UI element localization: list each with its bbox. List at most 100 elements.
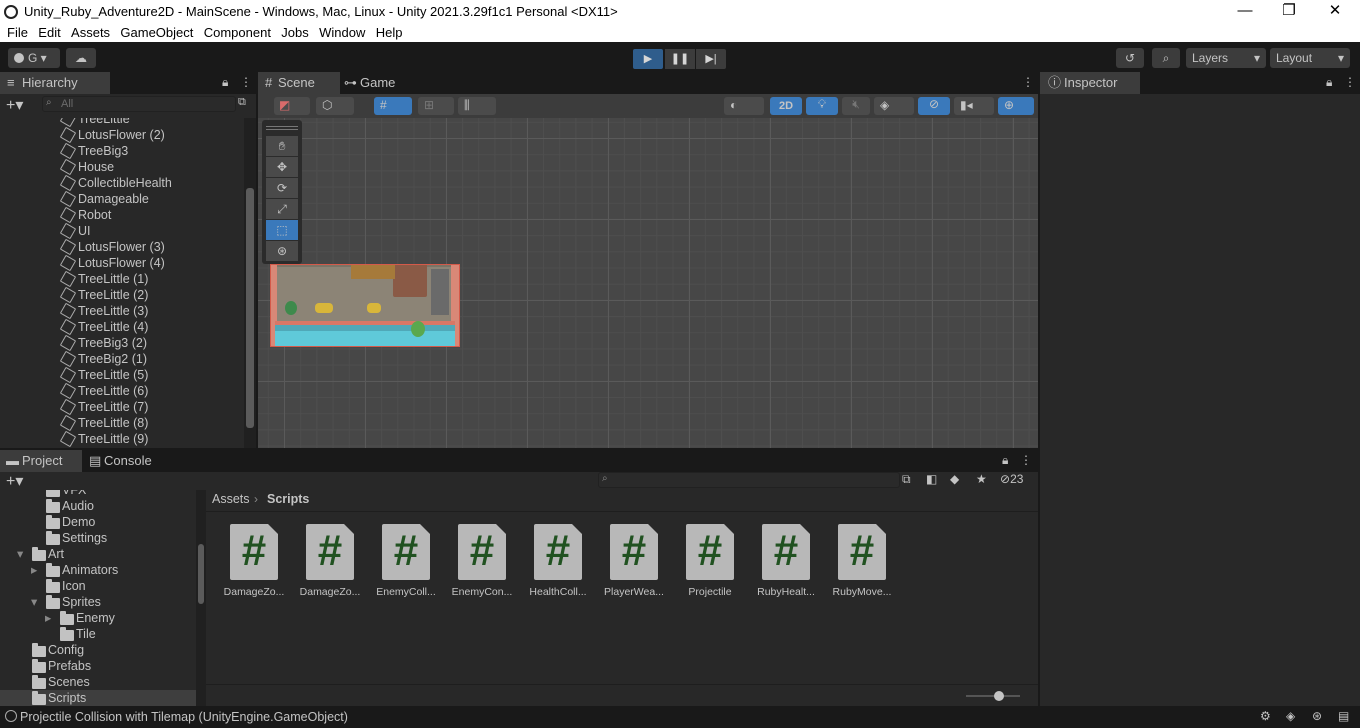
tab-scene[interactable]: # Scene: [258, 72, 340, 94]
script-asset-label[interactable]: DamageZo...: [219, 586, 289, 598]
2d-toggle-button[interactable]: 2D: [770, 97, 802, 115]
menu-component[interactable]: Component: [197, 24, 271, 40]
close-button[interactable]: ✕: [1312, 0, 1358, 24]
tab-inspector[interactable]: ⓘ Inspector: [1040, 72, 1140, 94]
hierarchy-item[interactable]: Robot: [0, 206, 244, 224]
script-asset-label[interactable]: EnemyColl...: [371, 586, 441, 598]
breadcrumb-scripts[interactable]: Scripts: [267, 492, 309, 506]
folder-tree-item[interactable]: Tile: [0, 626, 196, 642]
tab-hierarchy[interactable]: ≡ Hierarchy: [0, 72, 110, 94]
camera-dropdown[interactable]: ▮◂: [954, 97, 994, 115]
layout-dropdown[interactable]: Layout ▾: [1270, 48, 1350, 68]
folder-tree-item[interactable]: ▾ Sprites: [0, 594, 196, 610]
script-asset[interactable]: #: [382, 524, 430, 580]
debug-icon[interactable]: ⚙: [1260, 709, 1271, 723]
scale-tool-button[interactable]: ⤢: [266, 199, 298, 219]
menu-gameobject[interactable]: GameObject: [113, 24, 193, 40]
chevron-right-icon[interactable]: ▸: [31, 562, 37, 578]
tab-console[interactable]: ▤ Console: [82, 450, 162, 472]
step-button[interactable]: ▶|: [696, 49, 726, 69]
cloud-button[interactable]: ☁: [66, 48, 96, 68]
kebab-menu-icon[interactable]: ⋮: [1344, 75, 1356, 89]
script-asset-label[interactable]: HealthColl...: [523, 586, 593, 598]
hierarchy-item[interactable]: TreeLittle (9): [0, 430, 244, 448]
hierarchy-item[interactable]: LotusFlower (4): [0, 254, 244, 272]
label-tag-icon[interactable]: ◆: [950, 472, 959, 486]
increment-snap-dropdown[interactable]: ⫼: [458, 97, 496, 115]
chevron-right-icon[interactable]: ▸: [45, 610, 51, 626]
project-search-input[interactable]: ⌕: [598, 472, 900, 488]
bug-icon[interactable]: ⊛: [1312, 709, 1322, 723]
move-tool-button[interactable]: ✥: [266, 157, 298, 177]
status-message[interactable]: Projectile Collision with Tilemap (Unity…: [20, 710, 348, 724]
audio-toggle[interactable]: 🔇︎: [842, 97, 870, 115]
pause-button[interactable]: ❚❚: [665, 49, 695, 69]
menu-file[interactable]: File: [0, 24, 28, 40]
lock-icon[interactable]: 🔒︎: [1002, 453, 1008, 468]
hierarchy-item[interactable]: TreeBig3 (2): [0, 334, 244, 352]
hierarchy-scrollbar[interactable]: [244, 118, 256, 448]
hierarchy-item[interactable]: TreeLittle (8): [0, 414, 244, 432]
maximize-button[interactable]: ❐: [1266, 0, 1312, 24]
hierarchy-item[interactable]: TreeLittle (1): [0, 270, 244, 288]
lighting-toggle[interactable]: 💡︎: [806, 97, 838, 115]
folder-tree-item[interactable]: Scripts: [0, 690, 196, 706]
hidden-packages-toggle[interactable]: ⊘23: [1000, 472, 1023, 486]
folder-tree-item[interactable]: VFX: [0, 490, 196, 498]
folder-tree-item[interactable]: Prefabs: [0, 658, 196, 674]
script-asset[interactable]: #: [306, 524, 354, 580]
rotate-tool-button[interactable]: ⟳: [266, 178, 298, 198]
script-asset[interactable]: #: [838, 524, 886, 580]
hierarchy-item[interactable]: TreeBig3: [0, 142, 244, 160]
zoom-slider-thumb[interactable]: [994, 691, 1004, 701]
level-tilemap[interactable]: [270, 264, 460, 347]
add-button[interactable]: +▾: [6, 471, 23, 491]
folder-tree-item[interactable]: Scenes: [0, 674, 196, 690]
kebab-menu-icon[interactable]: ⋮: [1022, 75, 1034, 89]
hierarchy-item[interactable]: TreeLittle (2): [0, 286, 244, 304]
favorite-star-icon[interactable]: ★: [976, 472, 987, 486]
hierarchy-search-input[interactable]: ⌕ All: [42, 96, 236, 112]
play-button[interactable]: ▶: [633, 49, 663, 69]
script-asset-label[interactable]: EnemyCon...: [447, 586, 517, 598]
effects-dropdown[interactable]: ◈: [874, 97, 914, 115]
script-asset[interactable]: #: [610, 524, 658, 580]
folder-tree-item[interactable]: Config: [0, 642, 196, 658]
hidden-objects-toggle[interactable]: ⊘: [918, 97, 950, 115]
script-asset[interactable]: #: [230, 524, 278, 580]
folder-tree-item[interactable]: Audio: [0, 498, 196, 514]
menu-jobs[interactable]: Jobs: [274, 24, 308, 40]
project-tree-scrollbar[interactable]: [196, 490, 206, 706]
search-by-type-icon[interactable]: ⧉: [902, 472, 911, 487]
script-asset-label[interactable]: RubyMove...: [827, 586, 897, 598]
script-asset-label[interactable]: PlayerWea...: [599, 586, 669, 598]
menu-edit[interactable]: Edit: [31, 24, 60, 40]
chevron-down-icon[interactable]: ▾: [31, 594, 37, 610]
shading-dropdown[interactable]: ⬡: [316, 97, 354, 115]
hierarchy-item[interactable]: TreeLittle (4): [0, 318, 244, 336]
kebab-menu-icon[interactable]: ⋮: [1020, 453, 1032, 467]
cache-icon[interactable]: ▤: [1338, 709, 1349, 723]
rect-tool-button[interactable]: ⬚: [266, 220, 298, 240]
script-asset-label[interactable]: Projectile: [675, 586, 745, 598]
gizmos-dropdown[interactable]: ⊕: [998, 97, 1034, 115]
search-filter-icon[interactable]: ⧉: [238, 96, 246, 109]
hierarchy-item[interactable]: House: [0, 158, 244, 176]
filter-type-icon[interactable]: ◧: [926, 472, 937, 486]
grid-snap-dropdown[interactable]: #: [374, 97, 412, 115]
scene-viewport[interactable]: ✋︎ ✥ ⟳ ⤢ ⬚ ⊛: [258, 118, 1038, 448]
hand-tool-button[interactable]: ✋︎: [266, 136, 298, 156]
hierarchy-item[interactable]: LotusFlower (2): [0, 126, 244, 144]
kebab-menu-icon[interactable]: ⋮: [240, 75, 252, 89]
hierarchy-item[interactable]: TreeLittle (7): [0, 398, 244, 416]
hierarchy-item[interactable]: LotusFlower (3): [0, 238, 244, 256]
render-mode-dropdown[interactable]: ◐: [724, 97, 764, 115]
snap-dropdown[interactable]: ⊞: [418, 97, 454, 115]
hierarchy-item[interactable]: TreeLittle (5): [0, 366, 244, 384]
account-dropdown[interactable]: G ▾: [8, 48, 60, 68]
hierarchy-item[interactable]: CollectibleHealth: [0, 174, 244, 192]
script-asset-label[interactable]: RubyHealt...: [751, 586, 821, 598]
add-button[interactable]: +▾: [6, 95, 23, 115]
folder-tree-item[interactable]: Demo: [0, 514, 196, 530]
menu-help[interactable]: Help: [369, 24, 403, 40]
